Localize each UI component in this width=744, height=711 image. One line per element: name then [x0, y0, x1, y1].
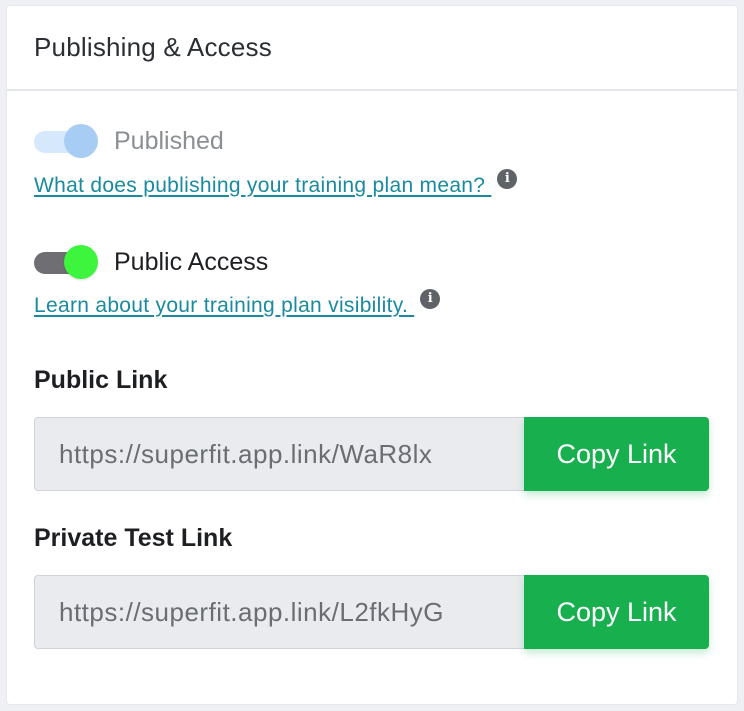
published-label: Published [114, 126, 224, 155]
copy-public-link-button[interactable]: Copy Link [524, 417, 709, 491]
public-access-toggle-row: Public Access [34, 245, 268, 279]
visibility-help-row: Learn about your training plan visibilit… [34, 289, 441, 318]
published-toggle[interactable] [34, 124, 98, 158]
card-header: Publishing & Access [7, 6, 737, 91]
public-access-label: Public Access [114, 247, 269, 276]
public-link-input[interactable] [34, 417, 524, 491]
published-toggle-row: Published [34, 124, 224, 158]
visibility-help-link[interactable]: Learn about your training plan visibilit… [34, 294, 414, 318]
public-access-toggle-knob [64, 245, 98, 279]
publishing-help-link[interactable]: What does publishing your training plan … [34, 174, 491, 198]
copy-private-test-link-button[interactable]: Copy Link [524, 575, 709, 649]
public-access-toggle[interactable] [34, 245, 98, 279]
private-test-link-input[interactable] [34, 575, 524, 649]
published-toggle-knob [64, 124, 98, 158]
public-link-row: Copy Link [34, 417, 709, 491]
private-test-link-label: Private Test Link [34, 524, 233, 552]
publishing-access-card: Publishing & Access Published What does … [6, 5, 738, 705]
private-test-link-row: Copy Link [34, 575, 709, 649]
published-help-row: What does publishing your training plan … [34, 169, 518, 198]
info-icon[interactable]: i [497, 169, 518, 189]
public-link-label: Public Link [34, 366, 168, 394]
info-icon[interactable]: i [420, 289, 441, 309]
card-title: Publishing & Access [34, 32, 272, 62]
